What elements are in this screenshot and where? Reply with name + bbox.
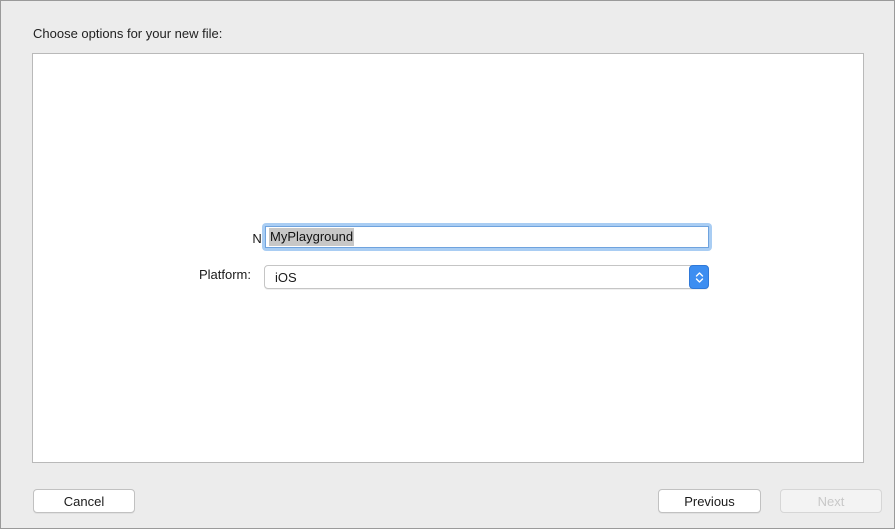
- platform-label: Platform:: [198, 267, 251, 282]
- name-field-focus-ring: MyPlayground: [262, 223, 712, 251]
- options-panel: Name MyPlayground Platform: iOS: [32, 53, 864, 463]
- next-button[interactable]: Next: [780, 489, 882, 513]
- dialog-heading: Choose options for your new file:: [33, 26, 223, 41]
- platform-select-value: iOS: [275, 270, 297, 285]
- name-input[interactable]: MyPlayground: [265, 226, 709, 248]
- cancel-button[interactable]: Cancel: [33, 489, 135, 513]
- name-input-value: MyPlayground: [269, 228, 355, 246]
- new-file-options-sheet: Choose options for your new file: Name M…: [0, 0, 895, 529]
- platform-select[interactable]: iOS: [264, 265, 709, 289]
- chevron-up-down-icon[interactable]: [689, 265, 709, 289]
- previous-button[interactable]: Previous: [658, 489, 761, 513]
